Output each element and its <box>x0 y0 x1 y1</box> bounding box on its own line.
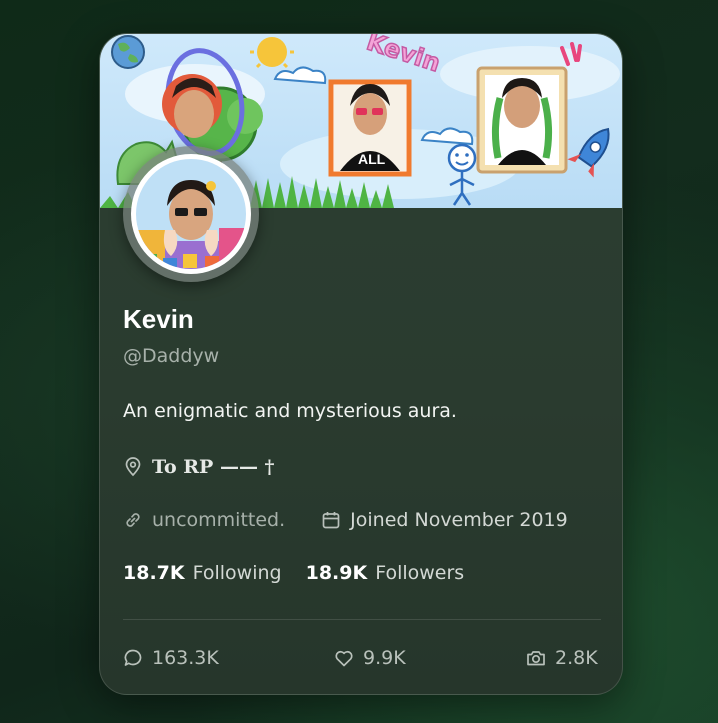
speech-bubble-icon <box>122 647 144 669</box>
website-link[interactable]: uncommitted. <box>152 509 285 531</box>
following-link[interactable]: 18.7K Following <box>123 562 282 584</box>
avatar-image <box>131 154 251 274</box>
link-icon <box>123 510 143 530</box>
profile-bio: An enigmatic and mysterious aura. <box>123 400 457 422</box>
profile-avatar[interactable] <box>123 146 259 282</box>
media-counter[interactable]: 2.8K <box>525 647 598 669</box>
map-pin-icon <box>123 457 143 477</box>
card-divider <box>123 619 601 620</box>
replies-count: 163.3K <box>152 647 219 669</box>
joined-date: Joined November 2019 <box>321 509 568 531</box>
heart-icon <box>333 647 355 669</box>
calendar-icon <box>321 510 341 530</box>
camera-icon <box>525 647 547 669</box>
sun-doodle <box>257 37 287 67</box>
media-count: 2.8K <box>555 647 598 669</box>
likes-counter[interactable]: 9.9K <box>333 647 406 669</box>
follow-stats: 18.7K Following 18.9K Followers <box>123 562 464 584</box>
followers-label: Followers <box>375 562 465 584</box>
followers-count: 18.9K <box>305 562 368 584</box>
location-row: To RP —— † <box>123 456 275 478</box>
followers-link[interactable]: 18.9K Followers <box>306 562 465 584</box>
following-count: 18.7K <box>123 562 185 584</box>
meta-row: uncommitted. Joined November 2019 <box>123 509 568 531</box>
profile-name: Kevin <box>123 304 194 334</box>
following-label: Following <box>192 562 282 584</box>
svg-text:ALL: ALL <box>358 151 386 167</box>
banner-kevin-lettering: Kevin <box>363 34 443 77</box>
joined-text: Joined November 2019 <box>350 509 568 531</box>
replies-counter[interactable]: 163.3K <box>122 647 219 669</box>
likes-count: 9.9K <box>363 647 406 669</box>
profile-card: ALL Kevin Kevin @Daddyw An enigmatic and… <box>99 33 623 695</box>
profile-handle: @Daddyw <box>123 345 220 367</box>
location-text: To RP —— † <box>152 456 275 478</box>
